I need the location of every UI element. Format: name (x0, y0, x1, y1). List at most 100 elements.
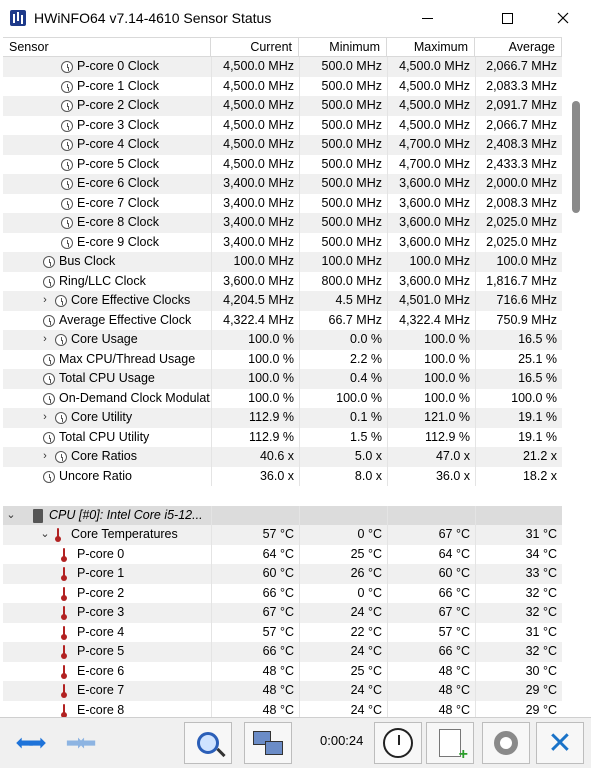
average-value: 25.1 % (475, 349, 562, 369)
sensor-grid[interactable]: Sensor Current Minimum Maximum Average P… (3, 37, 562, 717)
sensor-name: Bus Clock (59, 254, 116, 268)
maximum-value: 64 °C (387, 544, 475, 564)
table-row[interactable]: P-core 2 Clock 4,500.0 MHz 500.0 MHz 4,500.… (3, 96, 562, 116)
sensor-name: Max CPU/Thread Usage (59, 351, 196, 366)
minimum-value: 100.0 % (299, 388, 387, 408)
table-row[interactable]: E-core 8 48 °C 24 °C 48 °C 29 °C (3, 700, 562, 717)
table-row[interactable]: › Core Usage 100.0 % 0.0 % 100.0 % 16.5 % (3, 330, 562, 350)
current-value: 4,500.0 MHz (211, 154, 299, 174)
table-row[interactable]: P-core 4 Clock 4,500.0 MHz 500.0 MHz 4,700.… (3, 135, 562, 155)
minimum-value: 100.0 MHz (299, 252, 387, 272)
sensor-group-row[interactable]: ⌄ CPU [#0]: Intel Core i5-12... (3, 505, 562, 526)
vertical-scrollbar[interactable] (568, 37, 585, 717)
table-row[interactable]: E-core 9 Clock 3,400.0 MHz 500.0 MHz 3,600.… (3, 232, 562, 252)
minimum-value: 24 °C (299, 681, 387, 701)
column-header-sensor[interactable]: Sensor (3, 38, 211, 57)
thermometer-icon (61, 645, 67, 659)
average-value: 18.2 x (475, 466, 562, 486)
minimize-button[interactable] (404, 0, 450, 36)
chevron-right-icon[interactable]: › (39, 408, 51, 428)
average-value: 1,816.7 MHz (475, 271, 562, 291)
clock-icon (61, 61, 73, 73)
reset-timer-button[interactable] (374, 722, 422, 764)
current-value: 112.9 % (211, 427, 299, 447)
expand-columns-button[interactable]: ⬅➡ (4, 722, 52, 764)
table-row[interactable]: ⌄ Core Temperatures 57 °C 0 °C 67 °C 31 °C (3, 525, 562, 545)
chevron-down-icon[interactable]: ⌄ (5, 506, 17, 526)
chevron-down-icon[interactable]: ⌄ (39, 525, 51, 545)
column-header-current[interactable]: Current (211, 38, 299, 57)
sensor-name: E-core 8 Clock (77, 215, 159, 229)
average-value: 30 °C (475, 661, 562, 681)
close-window-button[interactable] (540, 0, 586, 36)
maximize-button[interactable] (484, 0, 530, 36)
table-row[interactable]: Ring/LLC Clock 3,600.0 MHz 800.0 MHz 3,600.… (3, 271, 562, 291)
maximum-value: 3,600.0 MHz (387, 232, 475, 252)
current-value: 112.9 % (211, 408, 299, 428)
current-value: 4,500.0 MHz (211, 115, 299, 135)
average-value (475, 505, 562, 525)
column-header-maximum[interactable]: Maximum (387, 38, 475, 57)
table-row[interactable]: P-core 0 Clock 4,500.0 MHz 500.0 MHz 4,500.… (3, 57, 562, 77)
collapse-columns-button[interactable]: ➡⬅ (54, 722, 102, 764)
table-row[interactable]: P-core 5 Clock 4,500.0 MHz 500.0 MHz 4,700.… (3, 154, 562, 174)
table-row[interactable]: E-core 7 Clock 3,400.0 MHz 500.0 MHz 3,600.… (3, 193, 562, 213)
chevron-right-icon[interactable]: › (39, 330, 51, 350)
clock-icon (61, 197, 73, 210)
settings-button[interactable] (482, 722, 530, 764)
maximum-value: 48 °C (387, 681, 475, 701)
table-row[interactable]: P-core 2 66 °C 0 °C 66 °C 32 °C (3, 583, 562, 603)
table-row[interactable]: P-core 1 Clock 4,500.0 MHz 500.0 MHz 4,500.… (3, 76, 562, 96)
table-row[interactable]: Bus Clock 100.0 MHz 100.0 MHz 100.0 MHz 100.… (3, 252, 562, 272)
sensor-search-button[interactable] (184, 722, 232, 764)
average-value: 2,408.3 MHz (475, 135, 562, 155)
table-row[interactable]: Uncore Ratio 36.0 x 8.0 x 36.0 x 18.2 x (3, 466, 562, 486)
column-header-minimum[interactable]: Minimum (299, 38, 387, 57)
sensor-name: P-core 2 Clock (77, 98, 159, 112)
table-row[interactable]: › Core Effective Clocks 4,204.5 MHz 4.5 MHz… (3, 291, 562, 311)
table-row[interactable]: Total CPU Utility 112.9 % 1.5 % 112.9 % 19.1… (3, 427, 562, 448)
table-row[interactable]: E-core 7 48 °C 24 °C 48 °C 29 °C (3, 681, 562, 701)
close-sensors-button[interactable]: ✕ (536, 722, 584, 764)
sensor-name: P-core 5 (77, 644, 125, 658)
table-row[interactable]: Total CPU Usage 100.0 % 0.4 % 100.0 % 16.5 % (3, 369, 562, 389)
scrollbar-thumb[interactable] (572, 101, 580, 213)
sensor-name-cell: E-core 7 (3, 681, 211, 701)
table-row[interactable]: E-core 8 Clock 3,400.0 MHz 500.0 MHz 3,600.… (3, 213, 562, 233)
sensor-name: Core Usage (71, 332, 138, 346)
current-value: 57 °C (211, 622, 299, 642)
sensor-name: P-core 4 (77, 624, 125, 639)
clock-icon (61, 100, 73, 112)
table-row[interactable]: On-Demand Clock Modulat... 100.0 % 100.0 %… (3, 388, 562, 408)
table-row[interactable]: P-core 1 60 °C 26 °C 60 °C 33 °C (3, 564, 562, 584)
table-row[interactable]: P-core 4 57 °C 22 °C 57 °C 31 °C (3, 622, 562, 642)
table-row[interactable]: P-core 3 67 °C 24 °C 67 °C 32 °C (3, 603, 562, 623)
column-header-average[interactable]: Average (475, 38, 562, 57)
network-button[interactable] (244, 722, 292, 764)
table-row[interactable]: Average Effective Clock 4,322.4 MHz 66.7 M… (3, 310, 562, 330)
window-title: HWiNFO64 v7.14-4610 Sensor Status (34, 10, 272, 26)
table-row[interactable]: E-core 6 Clock 3,400.0 MHz 500.0 MHz 3,600.… (3, 174, 562, 194)
sensor-name-cell: Total CPU Utility (3, 428, 211, 448)
sensor-name-cell: › Core Usage (3, 330, 211, 350)
table-row[interactable]: P-core 3 Clock 4,500.0 MHz 500.0 MHz 4,500.… (3, 115, 562, 135)
current-value: 3,400.0 MHz (211, 174, 299, 194)
sensor-name-cell: ⌄ Core Temperatures (3, 525, 211, 545)
current-value: 4,500.0 MHz (211, 135, 299, 155)
logging-button[interactable] (426, 722, 474, 764)
maximum-value: 4,700.0 MHz (387, 135, 475, 155)
table-row[interactable]: P-core 0 64 °C 25 °C 64 °C 34 °C (3, 544, 562, 564)
clock-icon (61, 217, 73, 229)
table-row[interactable]: Max CPU/Thread Usage 100.0 % 2.2 % 100.0 % 2… (3, 349, 562, 369)
table-row[interactable]: P-core 5 66 °C 24 °C 66 °C 32 °C (3, 642, 562, 662)
table-row[interactable]: › Core Ratios 40.6 x 5.0 x 47.0 x 21.2 x (3, 447, 562, 467)
clock-icon (61, 178, 73, 190)
table-row[interactable]: › Core Utility 112.9 % 0.1 % 121.0 % 19.1 % (3, 408, 562, 428)
current-value: 4,500.0 MHz (211, 96, 299, 116)
network-icon (253, 731, 283, 755)
table-row[interactable]: E-core 6 48 °C 25 °C 48 °C 30 °C (3, 661, 562, 681)
sensor-name-cell: P-core 2 Clock (3, 96, 211, 116)
chevron-right-icon[interactable]: › (39, 291, 51, 311)
sensor-name-cell: Total CPU Usage (3, 369, 211, 389)
chevron-right-icon[interactable]: › (39, 447, 51, 467)
